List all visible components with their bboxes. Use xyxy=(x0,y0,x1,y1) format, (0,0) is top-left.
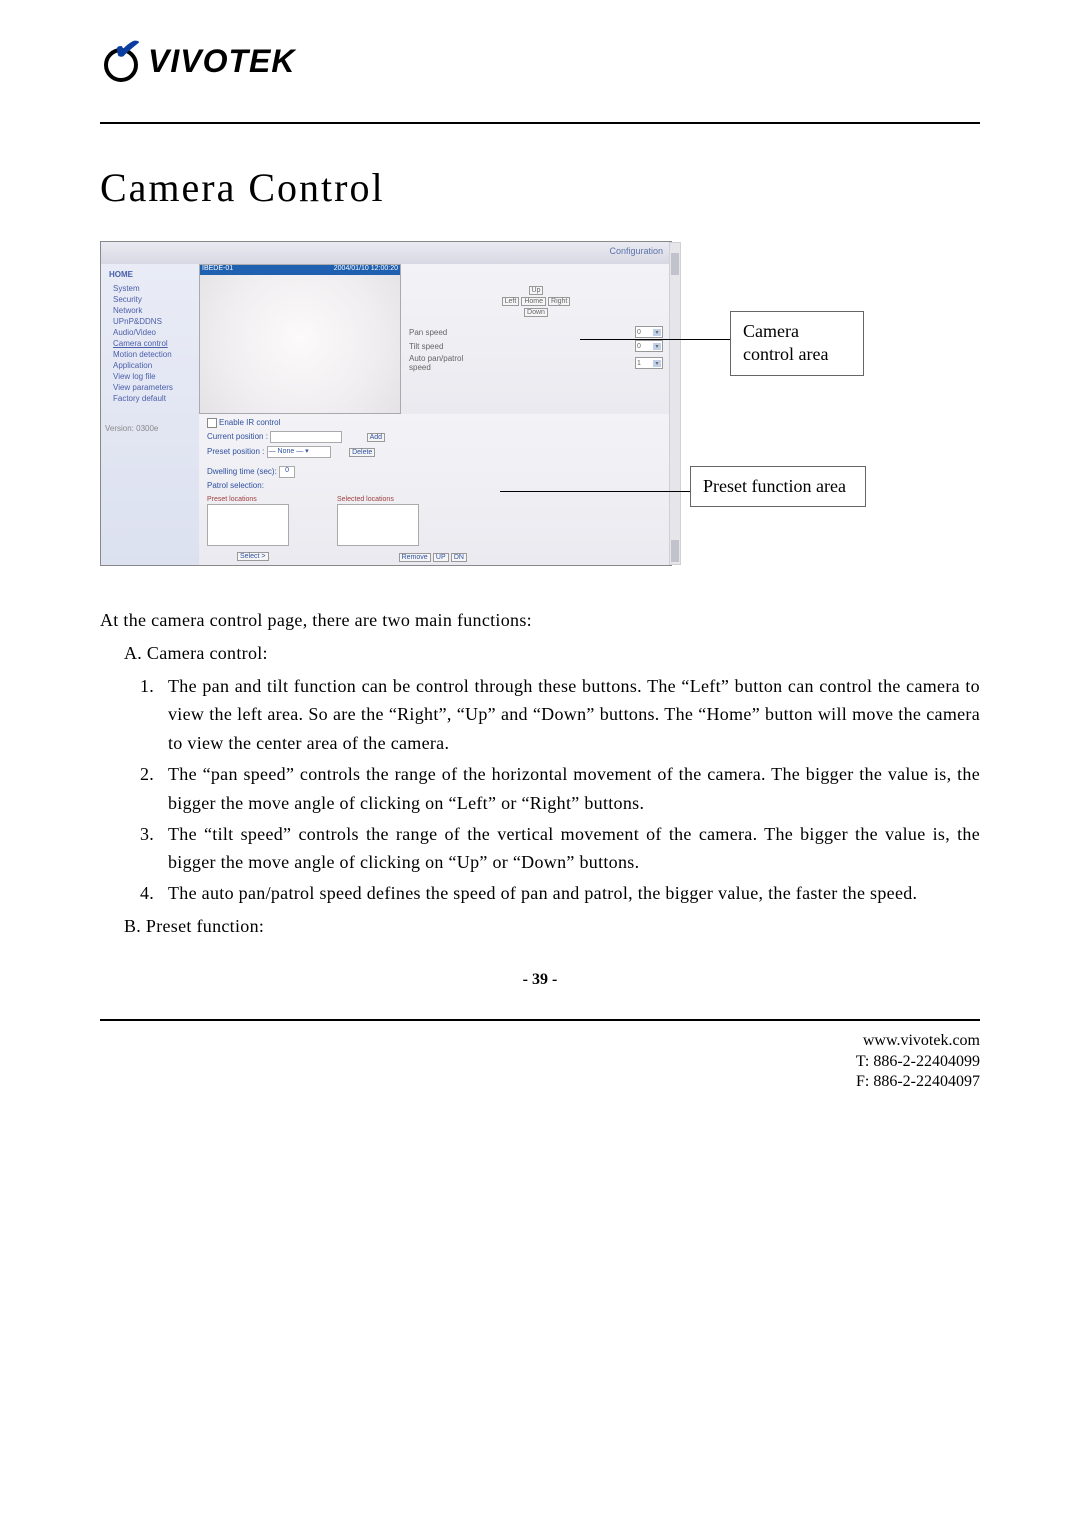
pan-speed-select[interactable]: 0▾ xyxy=(635,326,663,338)
callout-line xyxy=(580,339,730,340)
config-header: Configuration xyxy=(101,242,671,264)
enable-ir-checkbox[interactable] xyxy=(207,418,217,428)
preset-position-select[interactable]: — None — ▾ xyxy=(267,446,331,458)
sidebar-item-audiovideo[interactable]: Audio/Video xyxy=(105,327,195,338)
list-item: 1.The pan and tilt function can be contr… xyxy=(140,672,980,758)
brand-name: VIVOTEK xyxy=(148,43,295,80)
sidebar-item-network[interactable]: Network xyxy=(105,305,195,316)
preset-panel: Enable IR control Current position : Add… xyxy=(199,414,671,565)
move-up-button[interactable]: UP xyxy=(433,553,449,562)
config-screenshot: Configuration HOME System Security Netwo… xyxy=(100,241,672,566)
dwell-input[interactable]: 0 xyxy=(279,466,295,478)
move-down-button[interactable]: DN xyxy=(451,553,467,562)
screenshot-figure: Configuration HOME System Security Netwo… xyxy=(100,241,860,566)
list-item: 2.The “pan speed” controls the range of … xyxy=(140,760,980,818)
callout-preset-area: Preset function area xyxy=(690,466,866,507)
preset-locations-header: Preset locations xyxy=(207,496,297,503)
list-item: 3.The “tilt speed” controls the range of… xyxy=(140,820,980,878)
sidebar-item-cameracontrol[interactable]: Camera control xyxy=(105,338,195,349)
callout-line xyxy=(500,491,690,492)
config-sidebar: HOME System Security Network UPnP&DDNS A… xyxy=(101,264,199,565)
scrollbar[interactable] xyxy=(669,242,681,565)
sidebar-item-motion[interactable]: Motion detection xyxy=(105,349,195,360)
video-title-left: IBEDE-01 xyxy=(202,265,233,275)
sidebar-item-params[interactable]: View parameters xyxy=(105,382,195,393)
auto-speed-select[interactable]: 1▾ xyxy=(635,357,663,369)
section-a-label: A. Camera control: xyxy=(100,639,980,668)
bottom-rule xyxy=(100,1019,980,1021)
sidebar-item-security[interactable]: Security xyxy=(105,294,195,305)
sidebar-home[interactable]: HOME xyxy=(105,268,195,283)
list-item: 4.The auto pan/patrol speed defines the … xyxy=(140,879,980,908)
page-number: - 39 - xyxy=(100,971,980,989)
tilt-speed-select[interactable]: 0▾ xyxy=(635,340,663,352)
auto-speed-label: Auto pan/patrol speed xyxy=(409,354,469,372)
video-title-right: 2004/01/10 12:00:20 xyxy=(334,265,398,275)
pan-speed-label: Pan speed xyxy=(409,328,447,337)
section-b-label: B. Preset function: xyxy=(100,912,980,941)
brand-logo: ✔ VIVOTEK xyxy=(100,40,980,82)
sidebar-version: Version: 0300e xyxy=(105,404,195,433)
sidebar-item-system[interactable]: System xyxy=(105,283,195,294)
page-title: Camera Control xyxy=(100,164,980,211)
footer-fax: F: 886-2-22404097 xyxy=(100,1072,980,1093)
footer-tel: T: 886-2-22404099 xyxy=(100,1052,980,1073)
patrol-label: Patrol selection: xyxy=(207,481,663,490)
preset-locations-list[interactable] xyxy=(207,504,289,546)
select-button[interactable]: Select > xyxy=(237,552,269,561)
home-button[interactable]: Home xyxy=(521,297,546,306)
tilt-speed-label: Tilt speed xyxy=(409,342,443,351)
remove-button[interactable]: Remove xyxy=(399,553,431,562)
selected-locations-header: Selected locations xyxy=(337,496,427,503)
sidebar-item-log[interactable]: View log file xyxy=(105,371,195,382)
top-rule xyxy=(100,122,980,124)
left-button[interactable]: Left xyxy=(502,297,520,306)
current-position-label: Current position : xyxy=(207,432,268,441)
sidebar-item-application[interactable]: Application xyxy=(105,360,195,371)
dwell-label: Dwelling time (sec): xyxy=(207,467,277,476)
delete-button[interactable]: Delete xyxy=(349,448,375,457)
logo-mark: ✔ xyxy=(100,40,142,82)
up-button[interactable]: Up xyxy=(529,286,544,295)
body-text: At the camera control page, there are tw… xyxy=(100,606,980,941)
right-button[interactable]: Right xyxy=(548,297,570,306)
preset-position-label: Preset position : xyxy=(207,447,264,456)
current-position-input[interactable] xyxy=(270,431,342,443)
add-button[interactable]: Add xyxy=(367,433,385,442)
callout-camera-area: Camera control area xyxy=(730,311,864,376)
footer: www.vivotek.com T: 886-2-22404099 F: 886… xyxy=(100,1031,980,1093)
down-button[interactable]: Down xyxy=(524,308,548,317)
sidebar-item-upnpddns[interactable]: UPnP&DDNS xyxy=(105,316,195,327)
video-preview: IBEDE-01 2004/01/10 12:00:20 xyxy=(199,264,401,414)
enable-ir-label: Enable IR control xyxy=(219,418,280,427)
selected-locations-list[interactable] xyxy=(337,504,419,546)
intro-text: At the camera control page, there are tw… xyxy=(100,606,980,635)
footer-url: www.vivotek.com xyxy=(100,1031,980,1052)
sidebar-item-factory[interactable]: Factory default xyxy=(105,393,195,404)
